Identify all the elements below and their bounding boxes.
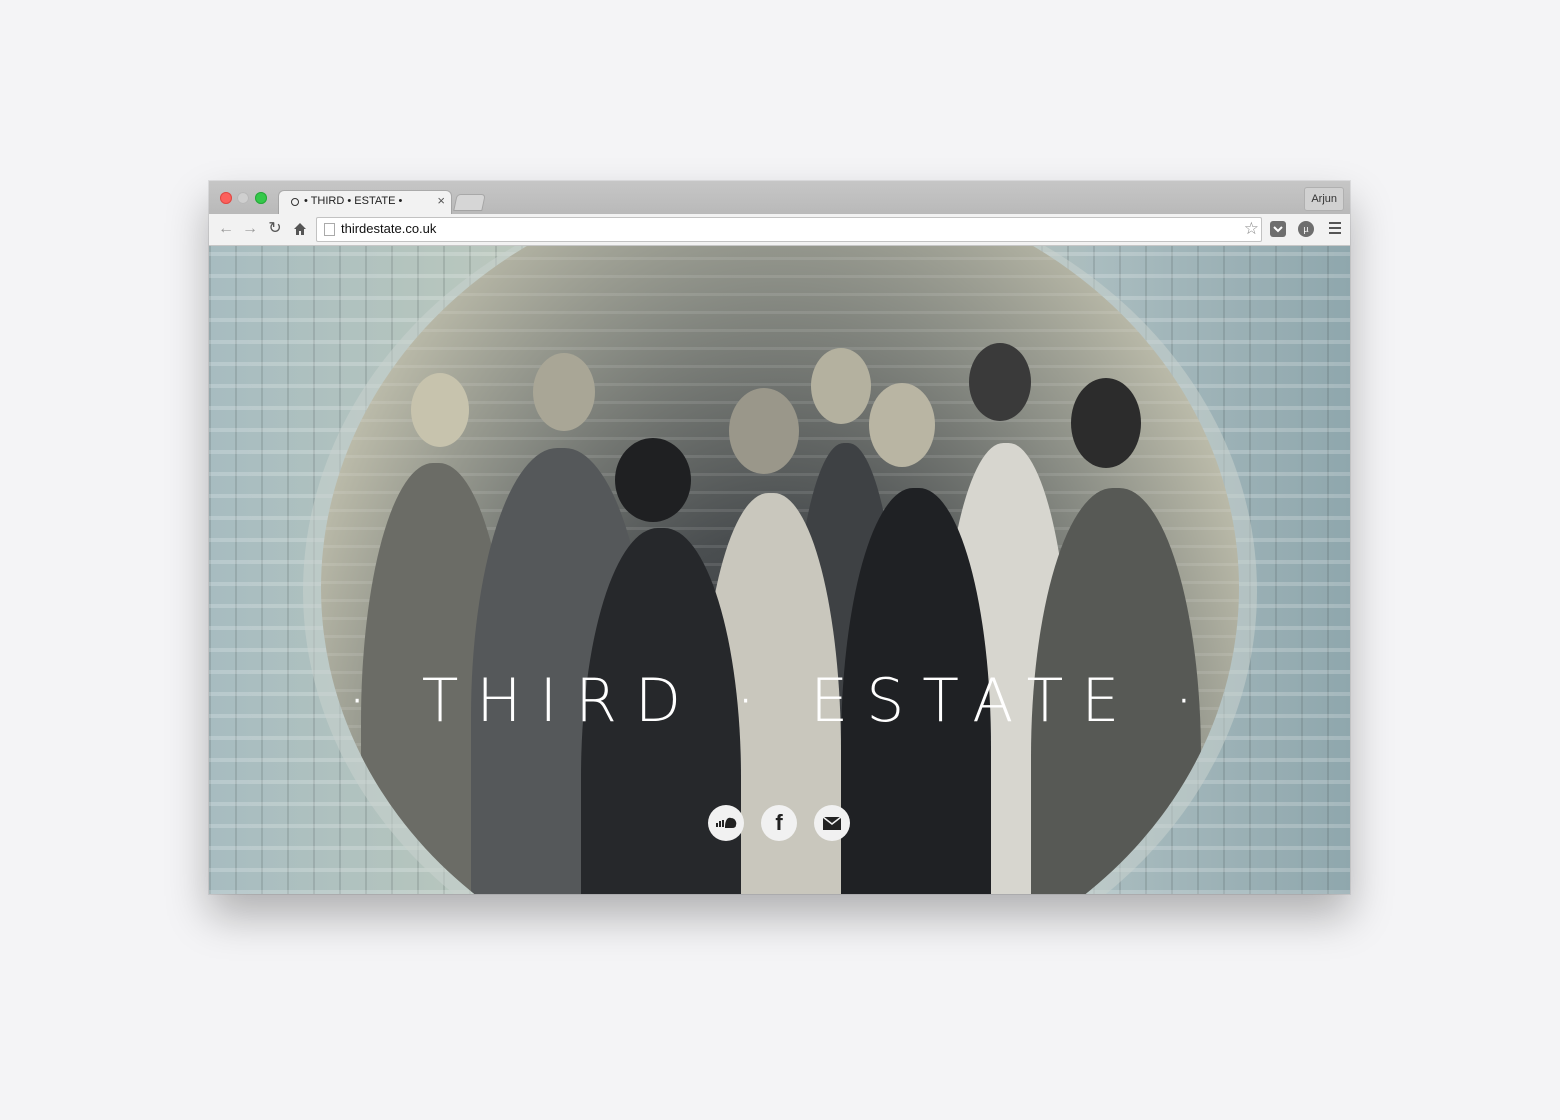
soundcloud-icon [716, 817, 737, 828]
hero-section: · THIRD · ESTATE · f [209, 246, 1350, 894]
facebook-icon: f [775, 810, 783, 835]
band-photo [321, 246, 1239, 894]
active-tab[interactable]: • THIRD • ESTATE • × [279, 191, 451, 214]
home-icon[interactable] [291, 220, 309, 238]
mail-icon [822, 816, 842, 830]
url-text: thirdestate.co.uk [341, 221, 437, 236]
close-window-button[interactable] [220, 192, 232, 204]
bookmark-star-icon[interactable]: ☆ [1244, 219, 1259, 239]
forward-arrow-icon[interactable]: → [241, 220, 259, 238]
browser-window: • THIRD • ESTATE • × Arjun ← → ↻ thirdes… [209, 181, 1350, 894]
address-bar[interactable]: thirdestate.co.uk ☆ [316, 217, 1262, 242]
menu-icon[interactable] [1329, 222, 1341, 237]
pocket-icon[interactable] [1270, 221, 1286, 237]
minimize-window-button[interactable] [237, 192, 249, 204]
reload-icon[interactable]: ↻ [266, 220, 284, 238]
facebook-button[interactable]: f [761, 805, 797, 841]
ublock-icon[interactable]: µ [1298, 221, 1314, 237]
close-tab-icon[interactable]: × [437, 193, 445, 208]
tab-title: • THIRD • ESTATE • [304, 195, 403, 207]
new-tab-button[interactable] [454, 195, 485, 210]
profile-button[interactable]: Arjun [1304, 187, 1344, 211]
toolbar: ← → ↻ thirdestate.co.uk ☆ µ [209, 214, 1350, 246]
soundcloud-button[interactable] [708, 805, 744, 841]
title-bar: • THIRD • ESTATE • × Arjun [209, 181, 1350, 214]
band-title: · THIRD · ESTATE · [347, 666, 1212, 736]
back-arrow-icon[interactable]: ← [217, 220, 235, 238]
page-icon [324, 223, 335, 236]
email-button[interactable] [814, 805, 850, 841]
zoom-window-button[interactable] [255, 192, 267, 204]
favicon-icon [291, 198, 299, 206]
